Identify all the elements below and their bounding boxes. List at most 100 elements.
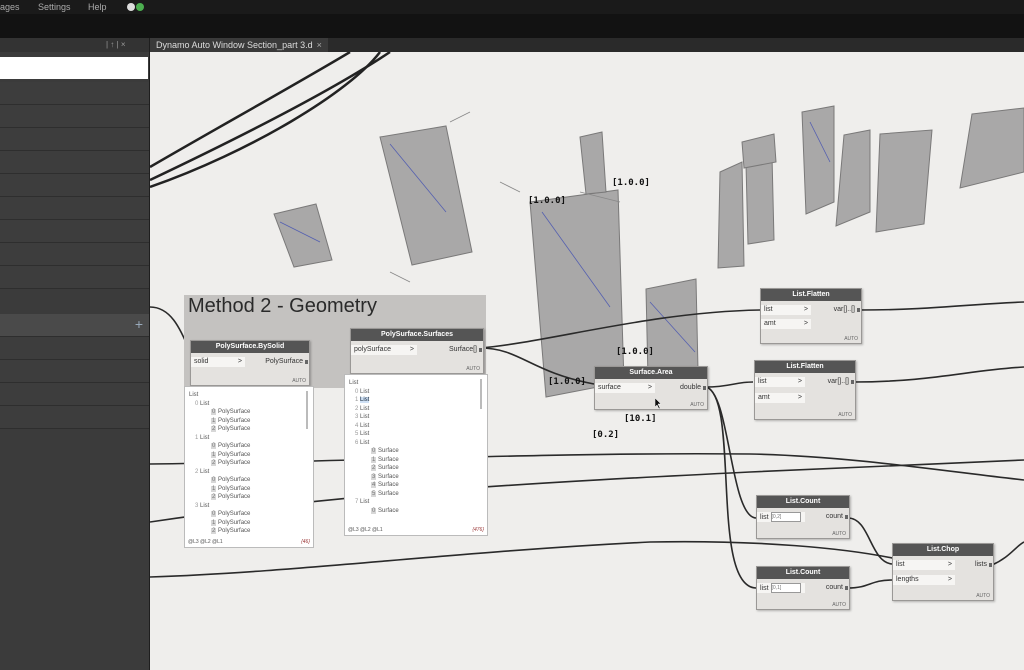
- preview-footer: @L3 @L2 @L1 {46}: [188, 539, 310, 545]
- node-list-flatten-1[interactable]: List.Flatten list > amt > var[]..[] AUTO: [760, 288, 862, 344]
- library-item[interactable]: [0, 197, 149, 220]
- preview-row: 3 Surface: [371, 473, 399, 481]
- toolbar-strip: [0, 14, 1024, 38]
- output-port-var[interactable]: var[]..[]: [815, 305, 861, 315]
- preview-bubble-polysurface[interactable]: List 0 List 0 PolySurface 1 PolySurface 2 Po…: [184, 386, 314, 548]
- port-label: lengths: [896, 576, 919, 583]
- preview-bubble-surfaces[interactable]: List 0 List 1 List 2 List 3 List 4 List 5 List…: [344, 374, 488, 536]
- library-item[interactable]: [0, 82, 149, 105]
- port-label: list: [764, 306, 773, 313]
- output-port-surface-list[interactable]: Surface[]: [423, 345, 483, 355]
- input-port-polysurface[interactable]: polySurface >: [351, 345, 417, 355]
- node-list-count-1[interactable]: List.Count list [0,2] count AUTO: [756, 495, 850, 539]
- row-value: PolySurface: [218, 519, 251, 526]
- library-item-selected[interactable]: +: [0, 314, 149, 337]
- node-polysurface-surfaces[interactable]: PolySurface.Surfaces polySurface > Surfa…: [350, 328, 484, 374]
- input-port-list[interactable]: list [0,2]: [757, 512, 805, 522]
- input-port-list[interactable]: list [0,1]: [757, 583, 805, 593]
- library-item[interactable]: [0, 105, 149, 128]
- port-arrow-icon: >: [803, 306, 808, 313]
- row-value: Surface: [378, 465, 399, 471]
- preview-scrollbar[interactable]: [480, 379, 482, 409]
- preview-row: 1 PolySurface: [211, 451, 250, 459]
- library-header-controls[interactable]: | ↑ | ×: [106, 40, 126, 49]
- row-index: 4: [355, 422, 359, 429]
- row-value: List: [200, 468, 210, 475]
- node-list-chop[interactable]: List.Chop list > lengths > lists AUTO: [892, 543, 994, 601]
- library-item[interactable]: [0, 337, 149, 360]
- menu-item-help[interactable]: Help: [88, 2, 107, 12]
- row-index-tag: 2: [211, 460, 217, 466]
- output-port-double[interactable]: double: [661, 383, 707, 393]
- node-title: PolySurface.BySolid: [191, 341, 309, 353]
- row-index: 0: [355, 388, 359, 395]
- preview-row: 2 List: [195, 468, 209, 476]
- output-port-count[interactable]: count: [813, 583, 849, 593]
- group-title: Method 2 - Geometry: [188, 295, 377, 317]
- row-value: List: [189, 392, 199, 398]
- node-surface-area[interactable]: Surface.Area surface > double AUTO: [594, 366, 708, 410]
- output-port-lists[interactable]: lists: [959, 560, 993, 570]
- port-arrow-icon: >: [947, 576, 952, 583]
- preview-footer: @L3 @L2 @L1 {476}: [348, 527, 484, 533]
- add-icon[interactable]: +: [135, 316, 143, 332]
- output-port-count[interactable]: count: [813, 512, 849, 522]
- library-item[interactable]: [0, 243, 149, 266]
- library-item[interactable]: [0, 220, 149, 243]
- preview-row: 1 PolySurface: [211, 485, 250, 493]
- library-item[interactable]: [0, 360, 149, 383]
- row-index-tag: 1: [211, 417, 217, 424]
- node-polysurface-bysolid[interactable]: PolySurface.BySolid solid > PolySurface …: [190, 340, 310, 386]
- preview-scrollbar[interactable]: [306, 391, 308, 429]
- preview-row: 1 List: [355, 396, 370, 404]
- default-value-field[interactable]: [0,1]: [770, 583, 801, 593]
- input-port-surface[interactable]: surface >: [595, 383, 655, 393]
- library-item[interactable]: [0, 151, 149, 174]
- input-port-list[interactable]: list >: [755, 377, 805, 387]
- geometry-label: [1.0.0]: [528, 196, 566, 206]
- preview-row: 1 List: [195, 434, 209, 442]
- item-count: {476}: [472, 527, 484, 533]
- geometry-label: [0.2]: [592, 430, 620, 440]
- row-index-tag: 0: [371, 507, 377, 514]
- library-header: | ↑ | ×: [0, 38, 149, 52]
- close-icon[interactable]: ×: [317, 40, 322, 50]
- row-value: PolySurface: [218, 417, 251, 424]
- library-item[interactable]: [0, 266, 149, 289]
- preview-row: 2 PolySurface: [211, 459, 250, 467]
- input-port-list[interactable]: list >: [893, 560, 955, 570]
- default-value-field[interactable]: [0,2]: [770, 512, 801, 522]
- preview-row: 2 PolySurface: [211, 527, 250, 535]
- library-item[interactable]: [0, 383, 149, 406]
- row-value: Surface: [378, 456, 399, 463]
- preview-row: 1 PolySurface: [211, 417, 250, 425]
- library-item[interactable]: [0, 406, 149, 429]
- menu-item-packages[interactable]: ages: [0, 2, 20, 12]
- row-index: 2: [355, 405, 359, 412]
- output-port-polysurface[interactable]: PolySurface: [249, 357, 309, 367]
- input-port-solid[interactable]: solid >: [191, 357, 245, 367]
- input-port-list[interactable]: list >: [761, 305, 811, 315]
- row-value: List: [360, 405, 370, 412]
- input-port-amt[interactable]: amt >: [755, 393, 805, 403]
- workspace-canvas[interactable]: [1.0.0] [1.0.0] [1.0.0] [1.0.0] [0.2] [1…: [150, 52, 1024, 670]
- node-list-flatten-2[interactable]: List.Flatten list > amt > var[]..[] AUTO: [754, 360, 856, 420]
- port-label: list: [758, 378, 767, 385]
- preview-row: 7 List: [355, 498, 369, 506]
- row-index: 0: [195, 400, 199, 407]
- preview-row: 0 List: [355, 388, 369, 396]
- library-search-input[interactable]: [0, 57, 148, 79]
- node-list-count-2[interactable]: List.Count list [0,1] count AUTO: [756, 566, 850, 610]
- library-item[interactable]: [0, 128, 149, 151]
- input-port-amt[interactable]: amt >: [761, 319, 811, 329]
- row-index-tag: 0: [211, 409, 217, 415]
- tab-workspace[interactable]: Dynamo Auto Window Section_part 3.d ×: [150, 38, 328, 52]
- row-value: List: [200, 434, 210, 441]
- preview-row: 5 Surface: [371, 490, 399, 498]
- input-port-lengths[interactable]: lengths >: [893, 575, 955, 585]
- row-index-tag: 1: [211, 485, 217, 492]
- menu-item-settings[interactable]: Settings: [38, 2, 71, 12]
- output-port-var[interactable]: var[]..[]: [809, 377, 855, 387]
- library-item[interactable]: [0, 174, 149, 197]
- row-index: 7: [355, 499, 359, 505]
